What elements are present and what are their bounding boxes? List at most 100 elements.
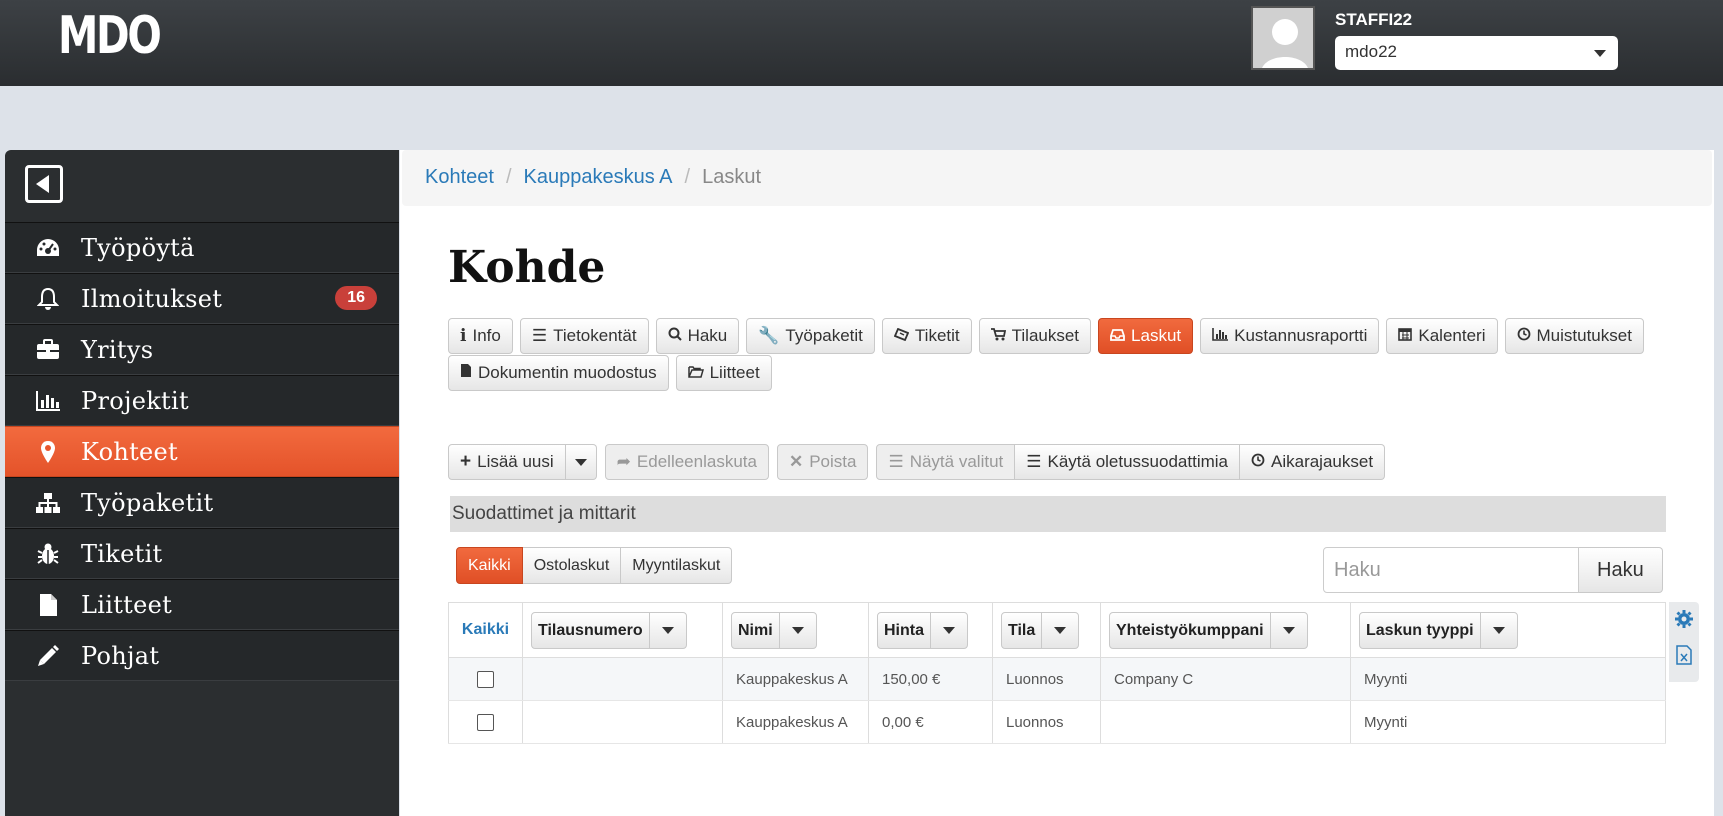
chevron-down-icon bbox=[1271, 613, 1307, 648]
folder-open-icon bbox=[687, 363, 704, 383]
default-filters-button[interactable]: ☰ Käytä oletussuodattimia bbox=[1015, 444, 1240, 480]
column-filter-hinta[interactable]: Hinta bbox=[877, 611, 968, 649]
search-input[interactable] bbox=[1323, 547, 1579, 593]
column-filter-nimi[interactable]: Nimi bbox=[731, 611, 817, 649]
breadcrumb-kauppakeskus[interactable]: Kauppakeskus A bbox=[524, 166, 673, 188]
close-icon: ✕ bbox=[788, 452, 804, 471]
list-icon: ☰ bbox=[1026, 452, 1042, 471]
sidebar-item-label: Kohteet bbox=[81, 437, 178, 466]
show-selected-button[interactable]: ☰ Näytä valitut bbox=[876, 444, 1016, 480]
account-select[interactable]: mdo22 bbox=[1335, 36, 1618, 70]
invoice-table: Kaikki Tilausnumero Nimi Hinta Tila Yhte… bbox=[448, 602, 1666, 744]
sidebar-item-tyopaketit[interactable]: Työpaketit bbox=[5, 477, 399, 528]
sidebar-item-projektit[interactable]: Projektit bbox=[5, 375, 399, 426]
time-limits-label: Aikarajaukset bbox=[1271, 452, 1374, 471]
select-all-header[interactable]: Kaikki bbox=[448, 602, 523, 658]
tab-dokumentin-muodostus[interactable]: Dokumentin muodostus bbox=[448, 355, 669, 391]
tab-tiketit[interactable]: Tiketit bbox=[881, 318, 972, 354]
cell-name: Kauppakeskus A bbox=[722, 700, 869, 744]
row-checkbox[interactable] bbox=[477, 713, 494, 731]
avatar[interactable] bbox=[1251, 6, 1315, 70]
type-tab-myyntilaskut[interactable]: Myyntilaskut bbox=[621, 547, 733, 584]
chevron-down-icon bbox=[574, 458, 587, 466]
filters-panel-header[interactable]: Suodattimet ja mittarit bbox=[450, 496, 1666, 532]
share-icon: ➦ bbox=[616, 452, 631, 471]
tab-label: Kustannusraportti bbox=[1234, 326, 1368, 345]
column-label: Hinta bbox=[878, 612, 931, 648]
sidebar-item-pohjat[interactable]: Pohjat bbox=[5, 630, 399, 681]
wrench-icon: 🔧 bbox=[758, 326, 780, 345]
tab-haku[interactable]: Haku bbox=[655, 318, 740, 354]
tab-kalenteri[interactable]: Kalenteri bbox=[1386, 318, 1498, 354]
sidebar-item-label: Ilmoitukset bbox=[81, 284, 223, 313]
main-content: Kohteet / Kauppakeskus A / Laskut Kohde i Inf… bbox=[400, 150, 1714, 816]
row-select-cell bbox=[448, 700, 523, 744]
tab-laskut[interactable]: Laskut bbox=[1098, 318, 1194, 354]
tab-tilaukset[interactable]: Tilaukset bbox=[978, 318, 1092, 354]
table-row[interactable]: Kauppakeskus A 0,00 € Luonnos Myynti bbox=[448, 700, 1666, 744]
table-row[interactable]: Kauppakeskus A 150,00 € Luonnos Company … bbox=[448, 657, 1666, 701]
select-all-label[interactable]: Kaikki bbox=[462, 621, 509, 638]
sidebar-item-label: Liitteet bbox=[81, 590, 173, 619]
sidebar-item-tyopoyta[interactable]: Työpöytä bbox=[5, 222, 399, 273]
file-icon bbox=[33, 590, 63, 620]
column-filter-tilausnumero[interactable]: Tilausnumero bbox=[531, 611, 687, 649]
column-label: Tila bbox=[1002, 612, 1043, 648]
add-new-button[interactable]: + Lisää uusi bbox=[448, 444, 566, 480]
type-tab-kaikki[interactable]: Kaikki bbox=[456, 547, 523, 584]
section-tabs: i Info ☰ Tietokentät Haku 🔧 Työpaketit Tike… bbox=[448, 318, 1688, 391]
column-filter-tila[interactable]: Tila bbox=[1001, 611, 1080, 649]
tab-liitteet[interactable]: Liitteet bbox=[675, 355, 772, 391]
map-marker-icon bbox=[33, 437, 63, 467]
account-select-value: mdo22 bbox=[1345, 42, 1397, 61]
table-header-row: Kaikki Tilausnumero Nimi Hinta Tila Yhte… bbox=[448, 602, 1666, 658]
tab-label: Info bbox=[472, 326, 501, 345]
cell-partner: Company C bbox=[1100, 657, 1351, 701]
tab-tietokentat[interactable]: ☰ Tietokentät bbox=[519, 318, 649, 354]
info-icon: i bbox=[460, 326, 467, 346]
tab-info[interactable]: i Info bbox=[448, 318, 513, 354]
breadcrumb-kohteet[interactable]: Kohteet bbox=[425, 166, 494, 188]
sidebar-item-kohteet[interactable]: Kohteet bbox=[5, 426, 399, 477]
excel-export-icon[interactable] bbox=[1676, 645, 1692, 670]
cell-order-number bbox=[522, 700, 723, 744]
delete-label: Poista bbox=[809, 452, 857, 471]
cell-name: Kauppakeskus A bbox=[722, 657, 869, 701]
search-button[interactable]: Haku bbox=[1579, 547, 1663, 593]
tab-tyopaketit[interactable]: 🔧 Työpaketit bbox=[746, 318, 875, 354]
inbox-icon bbox=[1110, 326, 1125, 346]
briefcase-icon bbox=[33, 335, 63, 365]
sidebar-item-tiketit[interactable]: Tiketit bbox=[5, 528, 399, 579]
tab-label: Kalenteri bbox=[1418, 326, 1486, 345]
search-bar: Haku bbox=[1323, 547, 1663, 593]
cell-order-number bbox=[522, 657, 723, 701]
tab-muistutukset[interactable]: Muistutukset bbox=[1504, 318, 1644, 354]
delete-button[interactable]: ✕ Poista bbox=[776, 444, 869, 480]
page-title: Kohde bbox=[448, 242, 606, 293]
type-tab-ostolaskut[interactable]: Ostolaskut bbox=[522, 547, 622, 584]
invoice-toolbar: + Lisää uusi ➦ Edelleenlaskuta ✕ Poista ☰ Nä… bbox=[448, 444, 1386, 480]
column-filter-laskun-tyyppi[interactable]: Laskun tyyppi bbox=[1359, 611, 1518, 649]
forward-invoice-button[interactable]: ➦ Edelleenlaskuta bbox=[604, 444, 769, 480]
collapse-sidebar-button[interactable] bbox=[25, 165, 63, 203]
cell-status: Luonnos bbox=[992, 657, 1101, 701]
tab-label: Liitteet bbox=[709, 363, 760, 382]
tab-kustannusraportti[interactable]: Kustannusraportti bbox=[1200, 318, 1380, 354]
add-new-dropdown-button[interactable] bbox=[565, 444, 597, 480]
gear-icon[interactable] bbox=[1675, 610, 1693, 633]
cell-invoice-type: Myynti bbox=[1350, 700, 1666, 744]
cell-partner bbox=[1100, 700, 1351, 744]
app-logo[interactable]: MDO bbox=[58, 6, 162, 66]
time-limits-button[interactable]: Aikarajaukset bbox=[1240, 444, 1386, 480]
row-checkbox[interactable] bbox=[477, 670, 494, 688]
sidebar-item-yritys[interactable]: Yritys bbox=[5, 324, 399, 375]
column-filter-yhteistyokumppani[interactable]: Yhteistyökumppani bbox=[1109, 611, 1308, 649]
column-label: Nimi bbox=[732, 612, 780, 648]
notification-badge: 16 bbox=[335, 286, 377, 310]
sidebar-item-ilmoitukset[interactable]: Ilmoitukset 16 bbox=[5, 273, 399, 324]
clock-icon bbox=[1517, 326, 1531, 346]
column-label: Yhteistyökumppani bbox=[1110, 612, 1271, 648]
default-filters-label: Käytä oletussuodattimia bbox=[1047, 452, 1229, 471]
sidebar-item-liitteet[interactable]: Liitteet bbox=[5, 579, 399, 630]
sitemap-icon bbox=[33, 488, 63, 518]
